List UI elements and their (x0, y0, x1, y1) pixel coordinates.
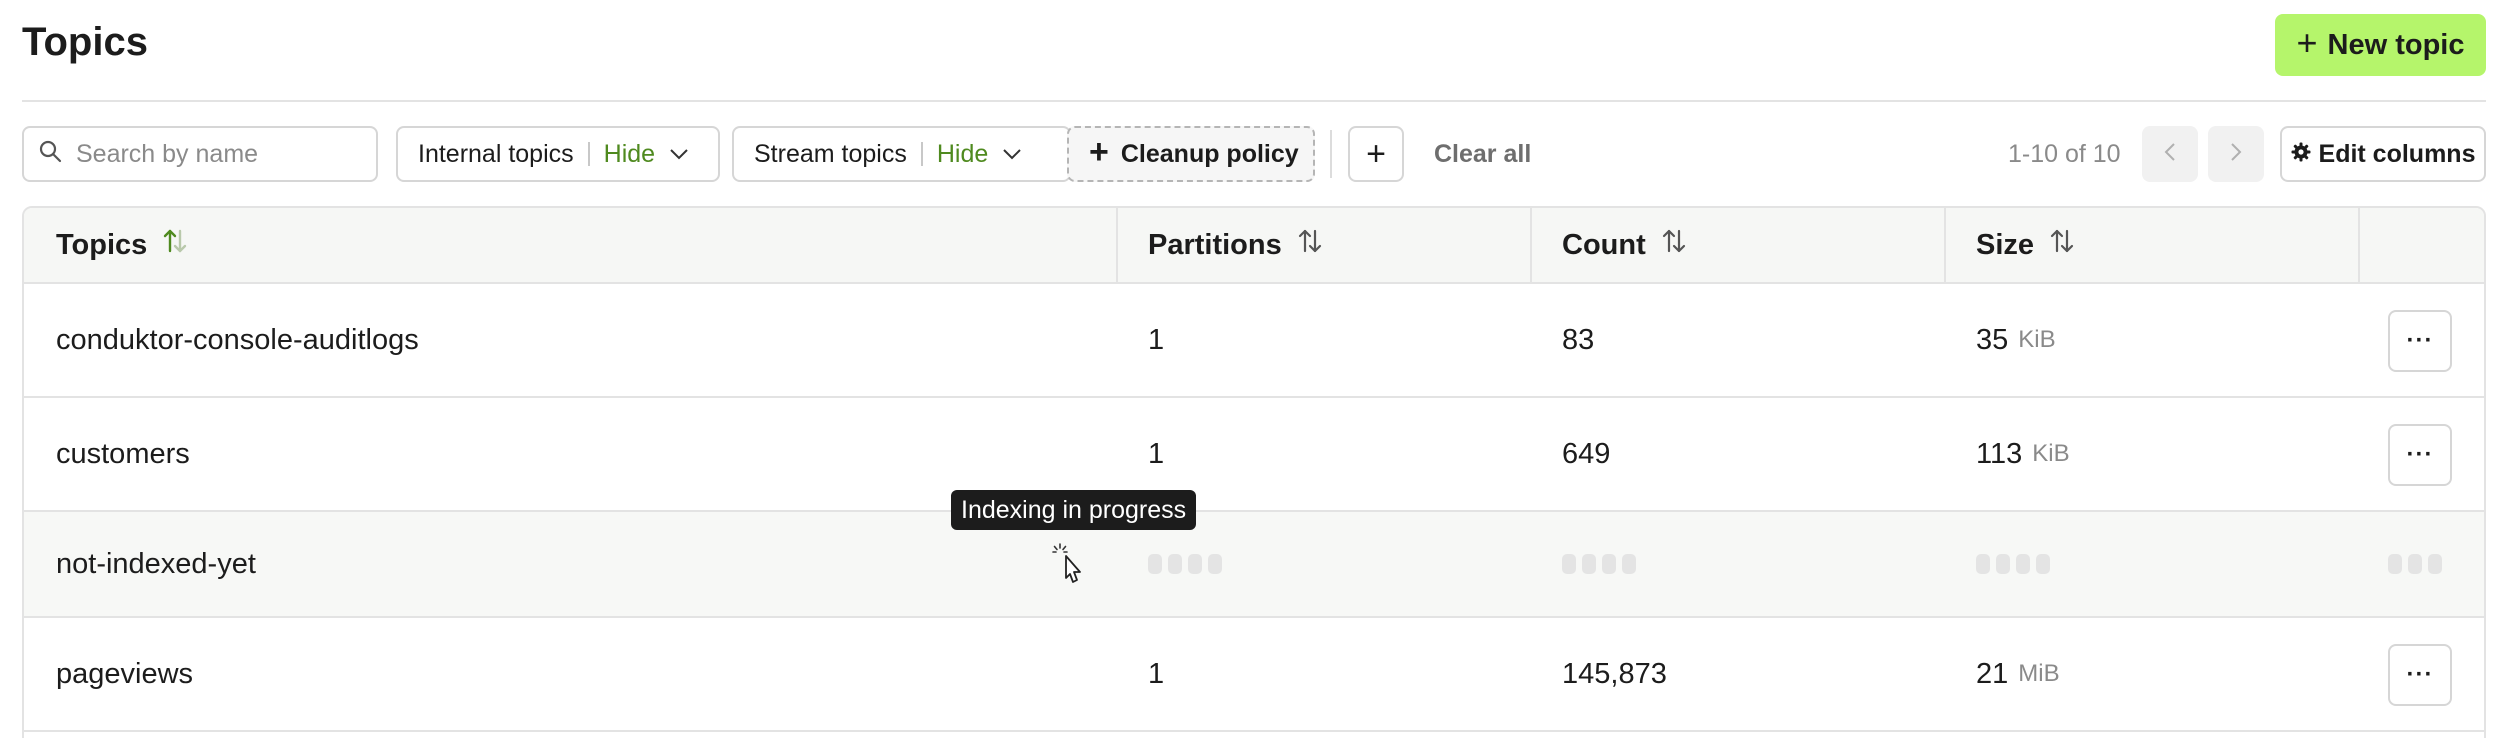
search-input[interactable] (76, 139, 356, 169)
topic-name[interactable]: not-indexed-yet (56, 512, 256, 616)
divider (1330, 130, 1332, 178)
previous-page-button[interactable] (2142, 126, 2198, 182)
topic-name[interactable]: pageviews (56, 618, 193, 730)
actions-skeleton (2388, 512, 2442, 616)
table-row[interactable]: pageviews 1 145,873 21 MiB ··· (24, 618, 2484, 732)
stream-topics-filter[interactable]: Stream topics Hide (732, 126, 1071, 182)
size-number: 21 (1976, 657, 2009, 690)
size-skeleton (1976, 512, 2050, 616)
pagination-status: 1-10 of 10 (2008, 139, 2121, 168)
chevron-down-icon (669, 148, 689, 160)
topics-table: Topics Partitions Count Size conduktor-c… (22, 206, 2486, 738)
filter-value: Hide (603, 139, 656, 168)
indexing-tooltip: Indexing in progress (951, 490, 1197, 530)
toolbar: Internal topics Hide Stream topics Hide … (22, 126, 2486, 182)
loading-spinner-icon (1052, 543, 1068, 553)
add-filter-button[interactable]: + (1348, 126, 1404, 182)
column-label: Size (1976, 228, 2035, 261)
divider (587, 142, 590, 166)
column-header-count[interactable]: Count (1530, 208, 1686, 282)
row-actions-button[interactable]: ··· (2388, 644, 2452, 706)
edit-columns-label: Edit columns (2318, 139, 2476, 168)
size-value: 35 KiB (1976, 284, 2056, 396)
filter-value: Hide (936, 139, 989, 168)
clear-all-button[interactable]: Clear all (1434, 126, 1531, 182)
plus-icon: + (2296, 22, 2318, 63)
page-title: Topics (22, 20, 148, 64)
size-value: 113 KiB (1976, 398, 2070, 510)
column-label: Count (1562, 228, 1646, 261)
search-icon (38, 139, 62, 170)
size-unit: KiB (2032, 440, 2070, 467)
divider (920, 142, 923, 166)
row-actions-button[interactable]: ··· (2388, 424, 2452, 486)
size-number: 113 (1976, 437, 2023, 470)
chevron-down-icon (1002, 148, 1022, 160)
column-header-partitions[interactable]: Partitions (1116, 208, 1322, 282)
table-row[interactable]: customers 1 649 113 KiB ··· (24, 398, 2484, 512)
next-page-button[interactable] (2208, 126, 2264, 182)
count-skeleton (1562, 512, 1636, 616)
cleanup-policy-filter-button[interactable]: + Cleanup policy (1067, 126, 1315, 182)
chevron-left-icon (2164, 142, 2176, 167)
cleanup-policy-label: Cleanup policy (1120, 139, 1299, 168)
filter-label: Stream topics (754, 139, 907, 168)
column-label: Topics (56, 228, 148, 261)
partitions-value: 1 (1148, 323, 1165, 356)
count-value: 649 (1562, 437, 1611, 470)
size-number: 35 (1976, 323, 2009, 356)
plus-icon: + (1366, 134, 1386, 173)
search-box[interactable] (22, 126, 378, 182)
size-value: 21 MiB (1976, 618, 2060, 730)
sort-active-icon[interactable] (163, 228, 187, 262)
topic-name[interactable]: conduktor-console-auditlogs (56, 284, 419, 396)
hand-pointer-icon (1052, 542, 1092, 592)
column-header-topics[interactable]: Topics (24, 208, 187, 282)
column-header-size[interactable]: Size (1944, 208, 2074, 282)
internal-topics-filter[interactable]: Internal topics Hide (396, 126, 720, 182)
sort-icon[interactable] (1662, 228, 1686, 262)
sort-icon[interactable] (1298, 228, 1322, 262)
new-topic-label: New topic (2327, 28, 2465, 61)
table-row[interactable]: conduktor-console-auditlogs 1 83 35 KiB … (24, 284, 2484, 398)
plus-icon: + (1089, 133, 1109, 171)
sort-icon[interactable] (2050, 228, 2074, 262)
page-header: Topics + New topic (22, 0, 2486, 102)
column-divider (2358, 208, 2360, 282)
count-value: 145,873 (1562, 657, 1667, 690)
count-value: 83 (1562, 323, 1595, 356)
column-label: Partitions (1148, 228, 1282, 261)
chevron-right-icon (2230, 142, 2242, 167)
edit-columns-button[interactable]: Edit columns (2280, 126, 2486, 182)
table-header: Topics Partitions Count Size (24, 208, 2484, 284)
row-actions-button[interactable]: ··· (2388, 310, 2452, 372)
size-unit: KiB (2018, 326, 2056, 353)
gear-icon (2291, 140, 2311, 169)
partitions-value: 1 (1148, 657, 1165, 690)
new-topic-button[interactable]: + New topic (2275, 14, 2486, 76)
size-unit: MiB (2018, 660, 2060, 687)
filter-label: Internal topics (418, 139, 574, 168)
topic-name[interactable]: customers (56, 398, 190, 510)
table-row-loading[interactable]: not-indexed-yet (24, 512, 2484, 618)
